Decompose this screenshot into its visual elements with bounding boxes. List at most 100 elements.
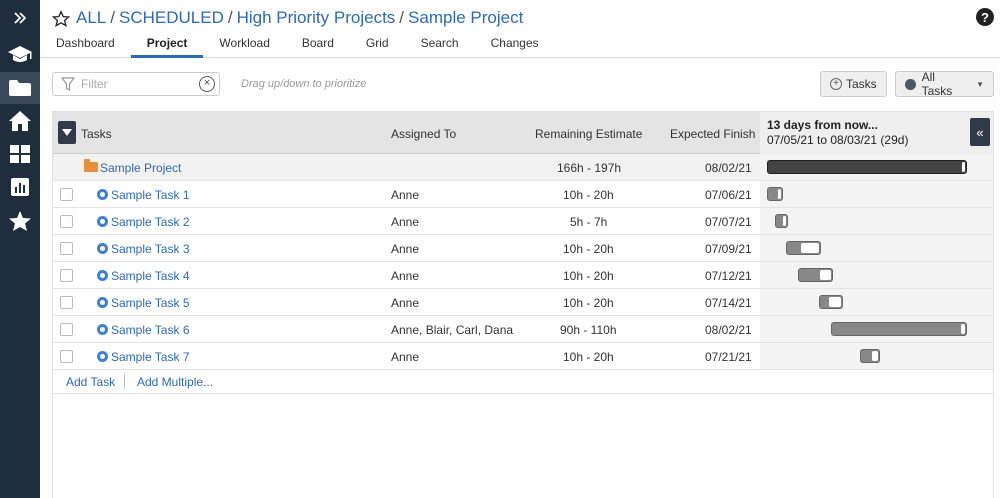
filter-input[interactable]: [81, 76, 191, 92]
breadcrumb-scheduled[interactable]: SCHEDULED: [119, 8, 224, 28]
tab-board[interactable]: Board: [286, 34, 350, 58]
breadcrumb-separator: /: [399, 8, 405, 27]
gantt-cell: [760, 289, 993, 315]
status-dot-icon: [905, 78, 916, 90]
collapse-all-button[interactable]: [58, 121, 76, 144]
row-checkbox[interactable]: [60, 323, 73, 336]
chevron-down-icon: [62, 129, 72, 136]
task-grid: Tasks Assigned To Remaining Estimate Exp…: [52, 111, 994, 498]
row-checkbox[interactable]: [60, 296, 73, 309]
nav-favorites[interactable]: [0, 205, 40, 237]
gantt-collapse-button[interactable]: «: [970, 118, 990, 146]
breadcrumb-high-priority-projects[interactable]: High Priority Projects: [237, 8, 396, 28]
breadcrumb-all[interactable]: ALL: [76, 8, 106, 28]
header: ALL / SCHEDULED / High Priority Projects…: [40, 0, 1000, 58]
task-status-icon: [97, 189, 108, 200]
gantt-cell: [760, 262, 993, 288]
table-row[interactable]: Sample Task 2 Anne 5h - 7h 07/07/21: [53, 208, 993, 235]
task-name[interactable]: Sample Task 1: [111, 188, 190, 202]
gantt-cell: [760, 235, 993, 261]
task-assigned: Anne: [391, 188, 420, 202]
gantt-range-dates: 07/05/21 to 08/03/21 (29d): [767, 133, 909, 147]
project-row[interactable]: Sample Project 166h - 197h 08/02/21: [53, 154, 993, 181]
breadcrumb-sample-project[interactable]: Sample Project: [408, 8, 523, 28]
task-remaining: 10h - 20h: [563, 188, 614, 202]
row-checkbox[interactable]: [60, 188, 73, 201]
task-assigned: Anne: [391, 242, 420, 256]
row-checkbox[interactable]: [60, 215, 73, 228]
gantt-bar-remaining: [820, 270, 831, 280]
task-remaining: 10h - 20h: [563, 242, 614, 256]
gantt-cell: [760, 208, 993, 234]
column-header-assigned[interactable]: Assigned To: [391, 127, 456, 141]
task-name[interactable]: Sample Task 6: [111, 323, 190, 337]
row-checkbox[interactable]: [60, 269, 73, 282]
add-divider: [124, 374, 125, 388]
add-tasks-button[interactable]: + Tasks: [820, 71, 887, 97]
task-name[interactable]: Sample Task 5: [111, 296, 190, 310]
gantt-bar[interactable]: [767, 160, 967, 174]
task-remaining: 90h - 110h: [560, 323, 617, 337]
table-row[interactable]: Sample Task 3 Anne 10h - 20h 07/09/21: [53, 235, 993, 262]
task-name[interactable]: Sample Task 7: [111, 350, 190, 364]
nav-projects[interactable]: [0, 72, 40, 104]
nav-board[interactable]: [0, 138, 40, 170]
table-row[interactable]: Sample Task 6 Anne, Blair, Carl, Dana 90…: [53, 316, 993, 343]
gantt-bar[interactable]: [767, 187, 784, 201]
task-remaining: 10h - 20h: [563, 350, 614, 364]
all-tasks-dropdown[interactable]: All Tasks ▼: [895, 70, 994, 98]
gantt-header: 13 days from now... 07/05/21 to 08/03/21…: [760, 112, 993, 154]
tab-bar: Dashboard Project Workload Board Grid Se…: [40, 34, 555, 58]
tab-changes[interactable]: Changes: [475, 34, 555, 58]
tab-dashboard[interactable]: Dashboard: [40, 34, 131, 58]
favorite-button[interactable]: [52, 9, 70, 27]
task-remaining: 10h - 20h: [563, 269, 614, 283]
gantt-bar[interactable]: [859, 349, 881, 363]
add-task-link[interactable]: Add Task: [66, 375, 115, 389]
nav-home[interactable]: [0, 105, 40, 137]
breadcrumb-separator: /: [110, 8, 115, 27]
table-row[interactable]: Sample Task 5 Anne 10h - 20h 07/14/21: [53, 289, 993, 316]
column-header-finish[interactable]: Expected Finish: [670, 127, 755, 141]
gantt-bar[interactable]: [797, 268, 833, 282]
table-row[interactable]: Sample Task 7 Anne 10h - 20h 07/21/21: [53, 343, 993, 370]
gantt-bar[interactable]: [775, 214, 788, 228]
tab-search[interactable]: Search: [405, 34, 475, 58]
tab-project[interactable]: Project: [130, 34, 204, 58]
left-nav-rail: [0, 0, 40, 498]
task-status-icon: [97, 324, 108, 335]
task-name[interactable]: Sample Task 4: [111, 269, 190, 283]
expand-menu-button[interactable]: [0, 2, 40, 34]
gantt-cell: [760, 316, 993, 342]
nav-reports[interactable]: [0, 171, 40, 203]
add-multiple-link[interactable]: Add Multiple...: [137, 375, 213, 389]
tab-grid[interactable]: Grid: [350, 34, 405, 58]
gantt-cell: [760, 154, 993, 180]
prioritize-hint: Drag up/down to prioritize: [241, 78, 367, 90]
table-row[interactable]: Sample Task 1 Anne 10h - 20h 07/06/21: [53, 181, 993, 208]
table-row[interactable]: Sample Task 4 Anne 10h - 20h 07/12/21: [53, 262, 993, 289]
gantt-bar[interactable]: [830, 322, 967, 336]
help-icon[interactable]: ?: [976, 8, 994, 26]
row-checkbox[interactable]: [60, 242, 73, 255]
gantt-bar[interactable]: [818, 295, 844, 309]
row-checkbox[interactable]: [60, 350, 73, 363]
task-name[interactable]: Sample Task 3: [111, 242, 190, 256]
gantt-bar-remaining: [872, 351, 879, 361]
gantt-bar[interactable]: [785, 241, 821, 255]
task-remaining: 5h - 7h: [570, 215, 608, 229]
gantt-bar-remaining: [828, 297, 842, 307]
menu-expand-icon: [14, 12, 27, 24]
gantt-bar-remaining: [801, 243, 819, 253]
nav-learning[interactable]: [0, 38, 40, 70]
clear-icon[interactable]: ×: [199, 76, 215, 92]
tab-workload[interactable]: Workload: [203, 34, 285, 58]
add-task-row: Add Task Add Multiple...: [53, 371, 993, 394]
task-finish: 07/09/21: [705, 242, 752, 256]
project-name[interactable]: Sample Project: [100, 161, 181, 175]
column-header-tasks[interactable]: Tasks: [81, 127, 112, 141]
column-header-remaining[interactable]: Remaining Estimate: [535, 127, 642, 141]
project-finish: 08/02/21: [705, 161, 752, 175]
task-assigned: Anne: [391, 350, 420, 364]
task-name[interactable]: Sample Task 2: [111, 215, 190, 229]
